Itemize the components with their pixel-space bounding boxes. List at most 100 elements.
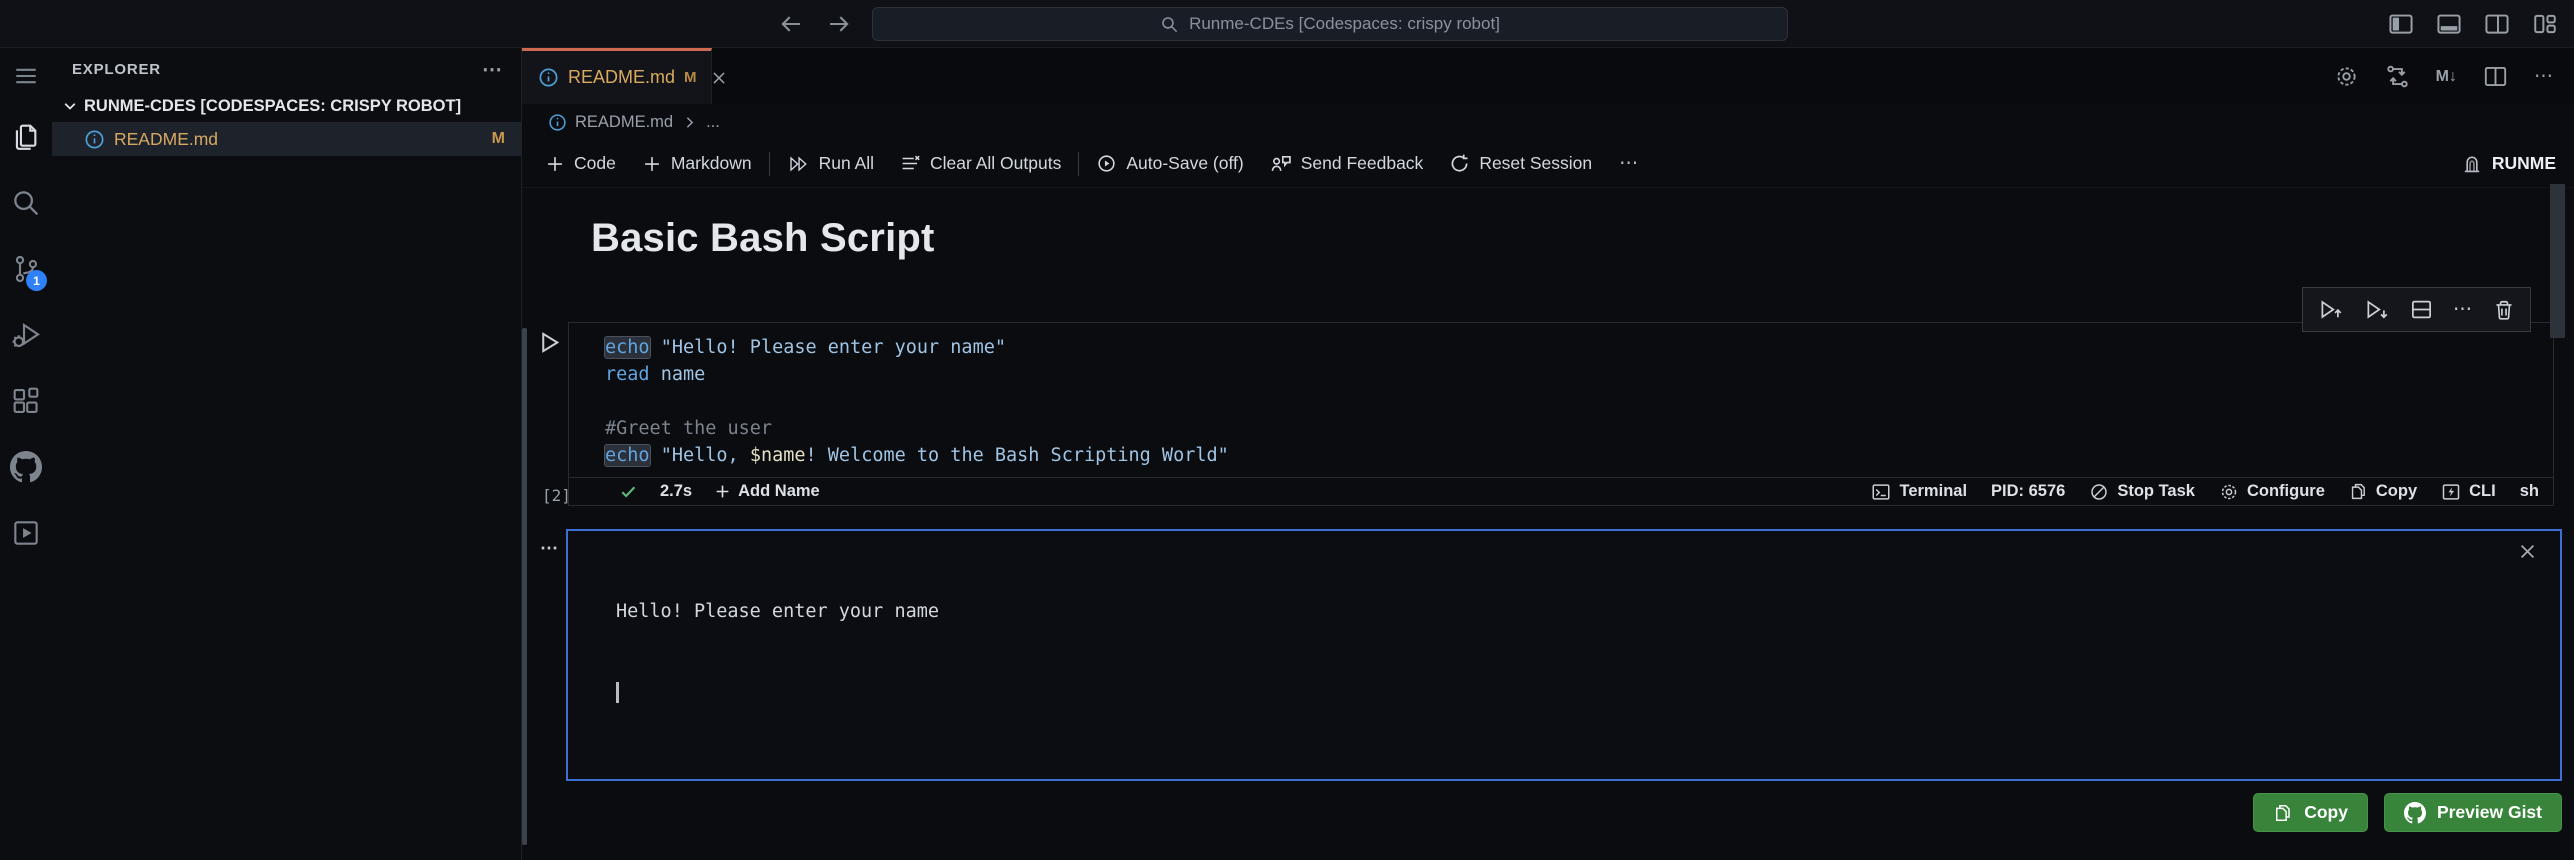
code-line[interactable]: echo "Hello! Please enter your name"	[604, 334, 2553, 361]
code-line[interactable]	[605, 388, 2553, 415]
preview-gist-button[interactable]: Preview Gist	[2383, 793, 2562, 832]
terminal-cursor	[616, 682, 619, 703]
editor-actions: M↓ ⋯	[2334, 64, 2554, 89]
reset-icon	[1449, 153, 1470, 174]
breadcrumb[interactable]: README.md ...	[522, 104, 2574, 140]
add-markdown-cell-button[interactable]: Markdown	[629, 140, 765, 187]
session-sync-icon[interactable]	[2385, 64, 2410, 89]
breadcrumb-file[interactable]: README.md	[575, 113, 673, 132]
sidebar-item-run-debug[interactable]	[0, 302, 52, 368]
tab-close-icon[interactable]	[710, 69, 728, 87]
send-feedback-button[interactable]: Send Feedback	[1257, 140, 1437, 187]
hamburger-menu-icon	[13, 63, 39, 89]
output-more-actions[interactable]: ⋯	[540, 538, 559, 559]
auto-save-icon	[1096, 153, 1117, 174]
cli-icon	[2441, 482, 2461, 502]
sidebar-item-source-control[interactable]: 1	[0, 236, 52, 302]
editor-scrollbar-thumb[interactable]	[2550, 184, 2565, 338]
sidebar-item-github[interactable]	[0, 434, 52, 500]
info-icon	[548, 113, 567, 132]
copy-icon	[2349, 482, 2368, 501]
runme-notebook-icon	[10, 517, 42, 549]
breadcrumb-ellipsis[interactable]: ...	[706, 113, 720, 132]
run-all-button[interactable]: Run All	[774, 140, 887, 187]
cli-button[interactable]: CLI	[2441, 482, 2496, 502]
sidebar-item-search[interactable]	[0, 170, 52, 236]
copy-button[interactable]: Copy	[2253, 793, 2368, 832]
gear-icon[interactable]	[2334, 64, 2359, 89]
cell-more-actions[interactable]: ⋯	[2453, 300, 2473, 319]
clear-all-outputs-button[interactable]: Clear All Outputs	[887, 140, 1074, 187]
command-center-search[interactable]: Runme-CDEs [Codespaces: crispy robot]	[872, 7, 1788, 41]
plus-icon	[545, 154, 565, 174]
workspace-section-header[interactable]: RUNME-CDES [CODESPACES: CRISPY ROBOT]	[52, 90, 521, 122]
feedback-icon	[1270, 153, 1292, 175]
file-row-readme[interactable]: README.md M	[52, 122, 521, 156]
tab-label: README.md	[568, 67, 676, 87]
terminal-button[interactable]: Terminal	[1871, 482, 1967, 502]
terminal-output-line: Hello! Please enter your name	[616, 601, 940, 622]
history-forward-icon[interactable]	[826, 11, 852, 37]
auto-save-toggle[interactable]: Auto-Save (off)	[1083, 140, 1256, 187]
tab-bar: README.md M	[522, 48, 2574, 104]
tab-readme[interactable]: README.md M	[522, 48, 725, 104]
title-bar: Runme-CDEs [Codespaces: crispy robot]	[0, 0, 2574, 48]
code-lines[interactable]: echo "Hello! Please enter your name" read…	[569, 323, 2553, 477]
close-output-icon[interactable]	[2517, 541, 2538, 562]
toggle-primary-sidebar-icon[interactable]	[2388, 11, 2414, 37]
stop-task-button[interactable]: Stop Task	[2089, 482, 2195, 502]
split-editor-icon[interactable]	[2483, 64, 2508, 89]
toolbar-more-actions[interactable]: ⋯	[1605, 152, 1653, 175]
plus-icon	[642, 154, 662, 174]
execute-below-icon[interactable]	[2364, 298, 2390, 321]
add-code-cell-button[interactable]: Code	[532, 140, 629, 187]
files-icon	[10, 121, 42, 153]
split-cell-icon[interactable]	[2410, 298, 2433, 321]
explorer-more-actions[interactable]: ⋯	[482, 57, 503, 82]
trash-icon[interactable]	[2493, 299, 2515, 321]
info-icon	[84, 129, 105, 150]
code-line[interactable]: echo "Hello, $name! Welcome to the Bash …	[604, 442, 2553, 469]
editor-more-actions[interactable]: ⋯	[2534, 65, 2554, 88]
scm-badge: 1	[26, 270, 47, 291]
run-debug-icon	[10, 319, 42, 351]
search-icon	[1160, 15, 1179, 34]
github-icon	[10, 451, 42, 483]
sidebar-item-explorer[interactable]	[0, 104, 52, 170]
reset-session-button[interactable]: Reset Session	[1436, 140, 1605, 187]
toggle-secondary-sidebar-icon[interactable]	[2484, 11, 2510, 37]
notebook-toolbar: Code Markdown Run All Clear All Outputs …	[522, 140, 2574, 188]
code-line[interactable]: read name	[605, 361, 2553, 388]
modified-badge: M	[491, 130, 505, 147]
markdown-export-button[interactable]: M↓	[2436, 68, 2457, 86]
copy-icon	[2273, 803, 2293, 823]
copy-cell-button[interactable]: Copy	[2349, 482, 2417, 501]
kernel-picker[interactable]: RUNME	[2461, 153, 2556, 175]
gear-icon	[2219, 482, 2239, 502]
sidebar-item-runme[interactable]	[0, 500, 52, 566]
run-cell-button[interactable]	[537, 330, 562, 355]
search-text: Runme-CDEs [Codespaces: crispy robot]	[1189, 14, 1500, 33]
configure-button[interactable]: Configure	[2219, 482, 2325, 502]
extensions-icon	[10, 385, 42, 417]
toolbar-separator	[768, 151, 770, 176]
menu-button[interactable]	[0, 48, 52, 104]
cell-duration: 2.7s	[660, 482, 693, 500]
execute-above-icon[interactable]	[2318, 298, 2344, 321]
chevron-right-icon	[681, 114, 698, 131]
cell-focus-indicator[interactable]	[522, 328, 527, 845]
customize-layout-icon[interactable]	[2532, 11, 2558, 37]
add-name-button[interactable]: Add Name	[714, 482, 820, 501]
explorer-sidebar: EXPLORER ⋯ RUNME-CDES [CODESPACES: CRISP…	[52, 48, 521, 860]
workspace-section-label: RUNME-CDES [CODESPACES: CRISPY ROBOT]	[84, 96, 462, 115]
cell-output-terminal[interactable]: Hello! Please enter your name	[566, 529, 2562, 781]
toggle-panel-icon[interactable]	[2436, 11, 2462, 37]
code-line[interactable]: #Greet the user	[605, 415, 2553, 442]
sidebar-item-extensions[interactable]	[0, 368, 52, 434]
file-name: README.md	[114, 128, 219, 149]
history-back-icon[interactable]	[778, 11, 804, 37]
info-icon	[538, 67, 559, 88]
run-all-icon	[787, 154, 810, 174]
language-picker[interactable]: sh	[2520, 482, 2539, 501]
kernel-label: RUNME	[2491, 153, 2556, 173]
